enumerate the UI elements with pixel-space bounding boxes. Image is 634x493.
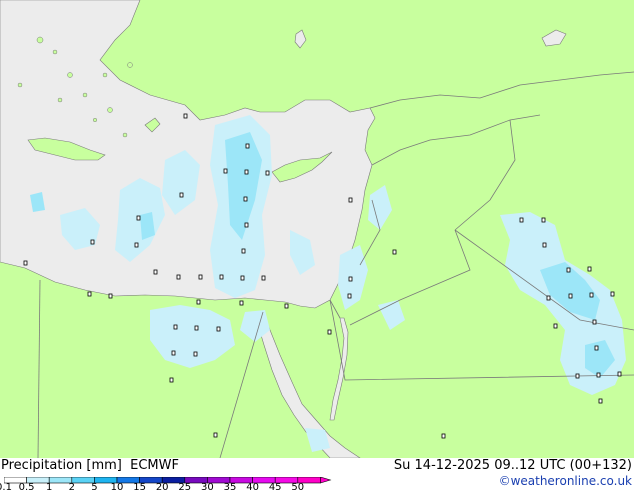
legend-tick-label: 25 <box>178 482 192 493</box>
legend-tick-label: 50 <box>291 482 305 493</box>
legend-tick-label: 35 <box>223 482 237 493</box>
precipitation-map <box>0 0 634 458</box>
legend-tick-label: 0.5 <box>18 482 35 493</box>
legend-tick-label: 45 <box>268 482 282 493</box>
legend-tick-label: 15 <box>133 482 146 493</box>
legend-tick-label: 1 <box>46 482 53 493</box>
precipitation-legend: 0.10.5125101520253035404550 <box>0 474 334 493</box>
map-title: Precipitation [mm] ECMWF <box>1 458 179 473</box>
legend-colorbar <box>3 476 332 484</box>
model-label: ECMWF <box>130 458 179 473</box>
legend-tick-label: 10 <box>110 482 124 493</box>
weather-map-page: Precipitation [mm] ECMWF Su 14-12-2025 0… <box>0 0 634 493</box>
legend-tick-label: 5 <box>91 482 98 493</box>
legend-tick-label: 0.1 <box>0 482 12 493</box>
legend-arrow <box>320 476 332 484</box>
forecast-datetime: Su 14-12-2025 09..12 UTC (00+132) <box>393 458 632 473</box>
variable-label: Precipitation [mm] <box>1 458 122 473</box>
legend-tick-label: 40 <box>246 482 259 493</box>
source-credit[interactable]: ©weatheronline.co.uk <box>499 474 632 488</box>
legend-tick-label: 30 <box>201 482 214 493</box>
legend-tick-label: 2 <box>68 482 75 493</box>
legend-tick-label: 20 <box>155 482 169 493</box>
map-footer: Precipitation [mm] ECMWF Su 14-12-2025 0… <box>0 458 634 493</box>
